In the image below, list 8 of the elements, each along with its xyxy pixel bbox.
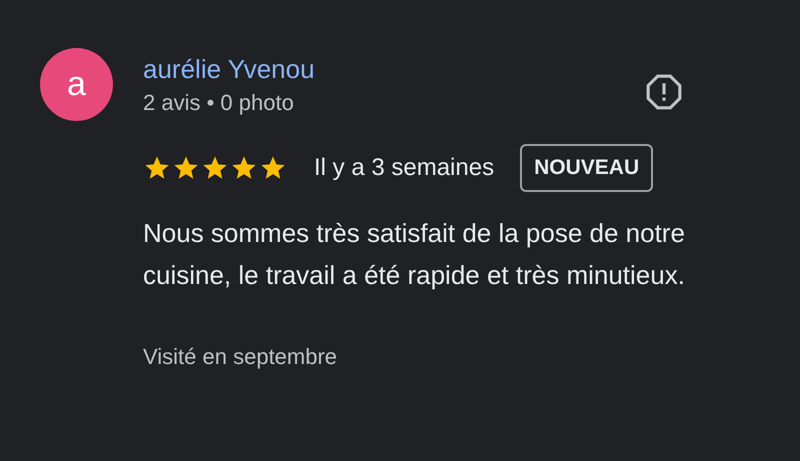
review-time: Il y a 3 semaines — [314, 153, 494, 183]
visit-date: Visité en septembre — [143, 343, 338, 371]
new-badge: NOUVEAU — [520, 144, 654, 192]
author-name[interactable]: aurélie Yvenou — [143, 53, 315, 85]
report-icon[interactable] — [645, 73, 683, 111]
review-text: Nous sommes très satisfait de la pose de notre cuisine, le travail a été rapide et très minutieux. — [143, 217, 686, 292]
author-stats: 2 avis • 0 photo — [143, 89, 295, 117]
avatar: a — [40, 48, 113, 121]
